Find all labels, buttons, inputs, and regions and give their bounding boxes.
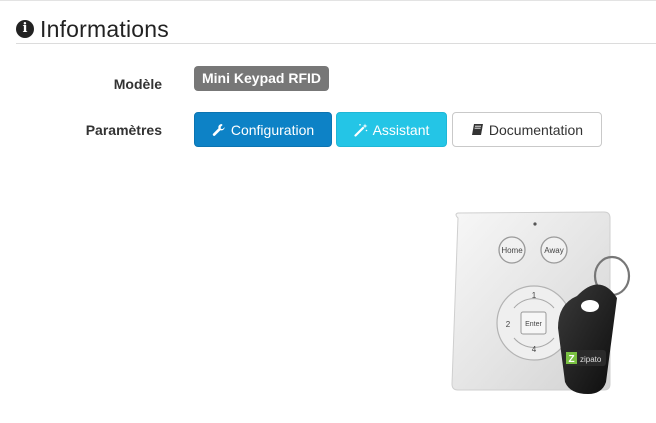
svg-text:2: 2 [506,320,511,329]
svg-text:1: 1 [532,291,537,300]
params-label: Paramètres [85,122,162,138]
assistant-label: Assistant [372,121,430,138]
wrench-icon [212,123,226,137]
book-icon [471,123,484,136]
configuration-label: Configuration [230,121,315,138]
device-image: Home Away 1 2 Enter 4 Z zipato [420,200,656,418]
svg-text:4: 4 [532,345,537,354]
home-key: Home [498,236,526,264]
top-divider [0,0,656,1]
documentation-label: Documentation [488,121,584,138]
svg-text:Z: Z [569,354,575,365]
section-title: Informations [40,15,169,42]
magic-wand-icon [353,123,368,137]
documentation-button[interactable]: Documentation [452,112,602,147]
away-key: Away [540,236,568,264]
configuration-button[interactable]: Configuration [194,112,332,147]
model-label: Modèle [113,76,162,92]
section-header: i Informations [16,14,169,44]
model-badge: Mini Keypad RFID [194,66,330,91]
svg-text:Enter: Enter [525,321,542,328]
svg-text:Away: Away [544,246,563,255]
svg-text:Home: Home [501,246,523,255]
info-circle-icon: i [16,20,34,38]
assistant-button[interactable]: Assistant [336,112,447,147]
title-divider [16,43,656,44]
svg-text:zipato: zipato [580,355,602,364]
